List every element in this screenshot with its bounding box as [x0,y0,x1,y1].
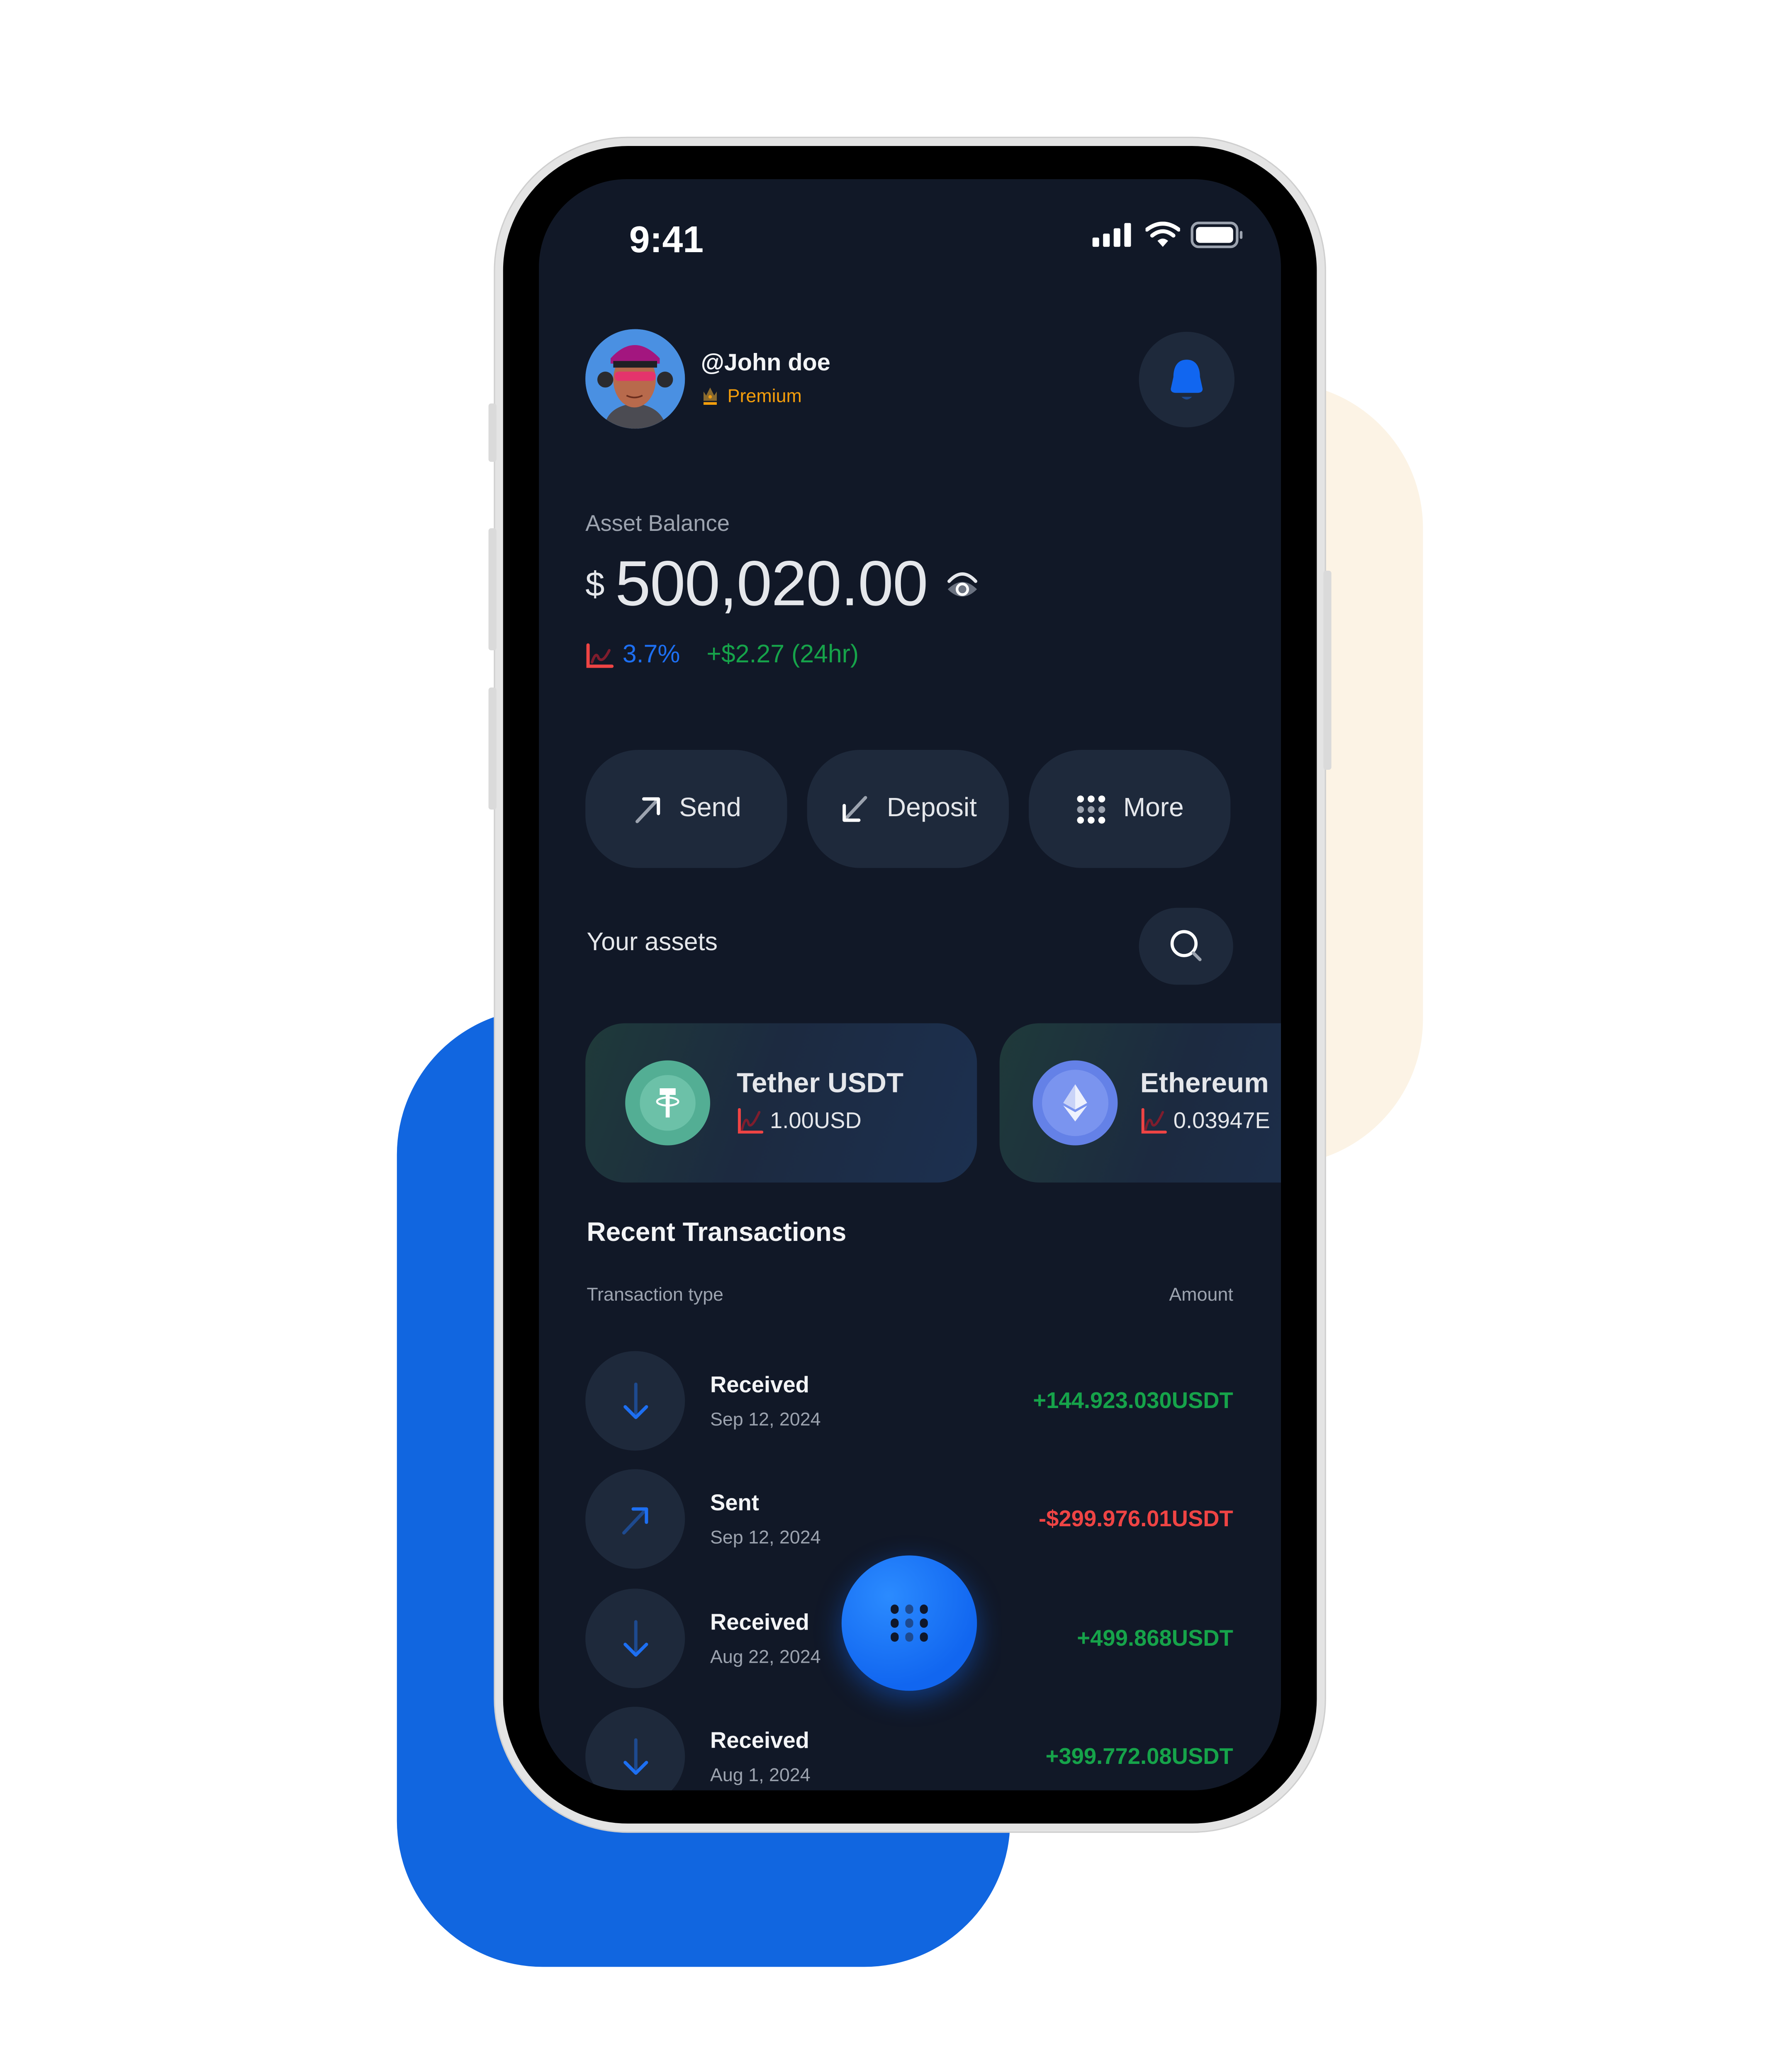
transaction-amount: -$299.976.01USDT [1039,1506,1233,1532]
asset-name: Ethereum [1140,1068,1269,1099]
balance-change-row: 3.7% +$2.27 (24hr) [585,641,859,670]
transaction-date: Aug 22, 2024 [710,1646,821,1667]
column-header-amount: Amount [1169,1283,1233,1305]
ethereum-glyph [1063,1084,1087,1121]
transaction-amount: +499.868USDT [1077,1626,1233,1651]
username: @John doe [701,349,830,376]
side-button-volume-up [488,528,497,650]
tether-glyph [656,1088,679,1118]
grid-dots-icon [1077,795,1105,823]
tether-icon [625,1060,710,1146]
transaction-date: Aug 1, 2024 [710,1763,811,1785]
sent-icon [585,1469,685,1569]
floating-menu-button[interactable] [841,1555,977,1691]
search-icon [1170,930,1201,961]
wifi-icon [1145,221,1180,247]
transaction-type: Sent [710,1490,759,1516]
signal-icon [1092,223,1131,247]
eye-icon[interactable] [943,569,981,601]
transaction-row[interactable]: Sent Sep 12, 2024 -$299.976.01USDT [585,1469,1233,1569]
received-icon [585,1588,685,1688]
search-assets-button[interactable] [1139,907,1233,985]
received-icon [585,1707,685,1790]
arrow-down-left-icon [842,795,867,822]
status-icons [1092,221,1244,248]
transaction-row[interactable]: Received Aug 1, 2024 +399.772.08USDT [585,1707,1233,1790]
avatar-illustration [585,329,685,429]
change-percent: 3.7% [622,641,680,669]
status-time: 9:41 [629,219,704,260]
received-icon [585,1351,685,1451]
balance-row: $ 500,020.00 [585,548,981,621]
asset-price-row: 1.00USD [737,1108,862,1135]
column-header-type: Transaction type [587,1283,723,1305]
change-value: +$2.27 (24hr) [706,641,859,669]
transaction-date: Sep 12, 2024 [710,1408,821,1430]
transaction-date: Sep 12, 2024 [710,1526,821,1548]
trend-chart-icon [586,643,614,668]
more-button[interactable]: More [1029,750,1231,868]
transactions-title: Recent Transactions [587,1218,847,1248]
mockup-stage: 9:41 @John doe Premium Asset Balance $ 5… [0,0,1792,2048]
asset-price: 1.00USD [770,1108,862,1133]
trend-chart-icon [738,1108,763,1134]
transaction-amount: +144.923.030USDT [1033,1388,1233,1413]
balance-label: Asset Balance [585,511,730,536]
grid-dots-icon [891,1604,928,1642]
assets-section-title: Your assets [587,929,718,957]
transaction-type: Received [710,1728,809,1754]
premium-badge: Premium [701,385,802,406]
side-button-volume-down [488,687,497,810]
balance-amount: 500,020.00 [615,549,928,620]
currency-symbol: $ [585,564,605,604]
transaction-type: Received [710,1372,809,1398]
asset-price-row: 0.03947E [1140,1108,1270,1135]
battery-icon [1191,221,1243,248]
avatar[interactable] [585,329,685,429]
arrow-up-right-icon [635,796,660,823]
side-button-silent [488,403,497,462]
phone-frame: 9:41 @John doe Premium Asset Balance $ 5… [488,138,1332,1832]
asset-name: Tether USDT [737,1068,903,1099]
notifications-button[interactable] [1139,332,1234,428]
quick-actions: Send Deposit More [585,750,1231,868]
side-button-power [1323,571,1332,770]
transaction-row[interactable]: Received Sep 12, 2024 +144.923.030USDT [585,1351,1233,1451]
more-label: More [1123,793,1184,823]
deposit-label: Deposit [886,793,977,823]
bell-icon [1171,360,1203,400]
asset-card-tether[interactable]: Tether USDT 1.00USD [585,1023,977,1183]
send-label: Send [679,793,741,823]
crown-icon [704,387,717,405]
asset-price: 0.03947E [1173,1108,1270,1133]
premium-label: Premium [727,385,802,406]
transaction-type: Received [710,1610,809,1635]
send-button[interactable]: Send [585,750,787,868]
asset-card-ethereum[interactable]: Ethereum 0.03947E [999,1023,1281,1183]
app-screen: 9:41 @John doe Premium Asset Balance $ 5… [539,179,1281,1790]
deposit-button[interactable]: Deposit [807,750,1009,868]
ethereum-icon [1032,1060,1118,1146]
trend-chart-icon [1141,1108,1167,1134]
transaction-amount: +399.772.08USDT [1045,1744,1233,1769]
